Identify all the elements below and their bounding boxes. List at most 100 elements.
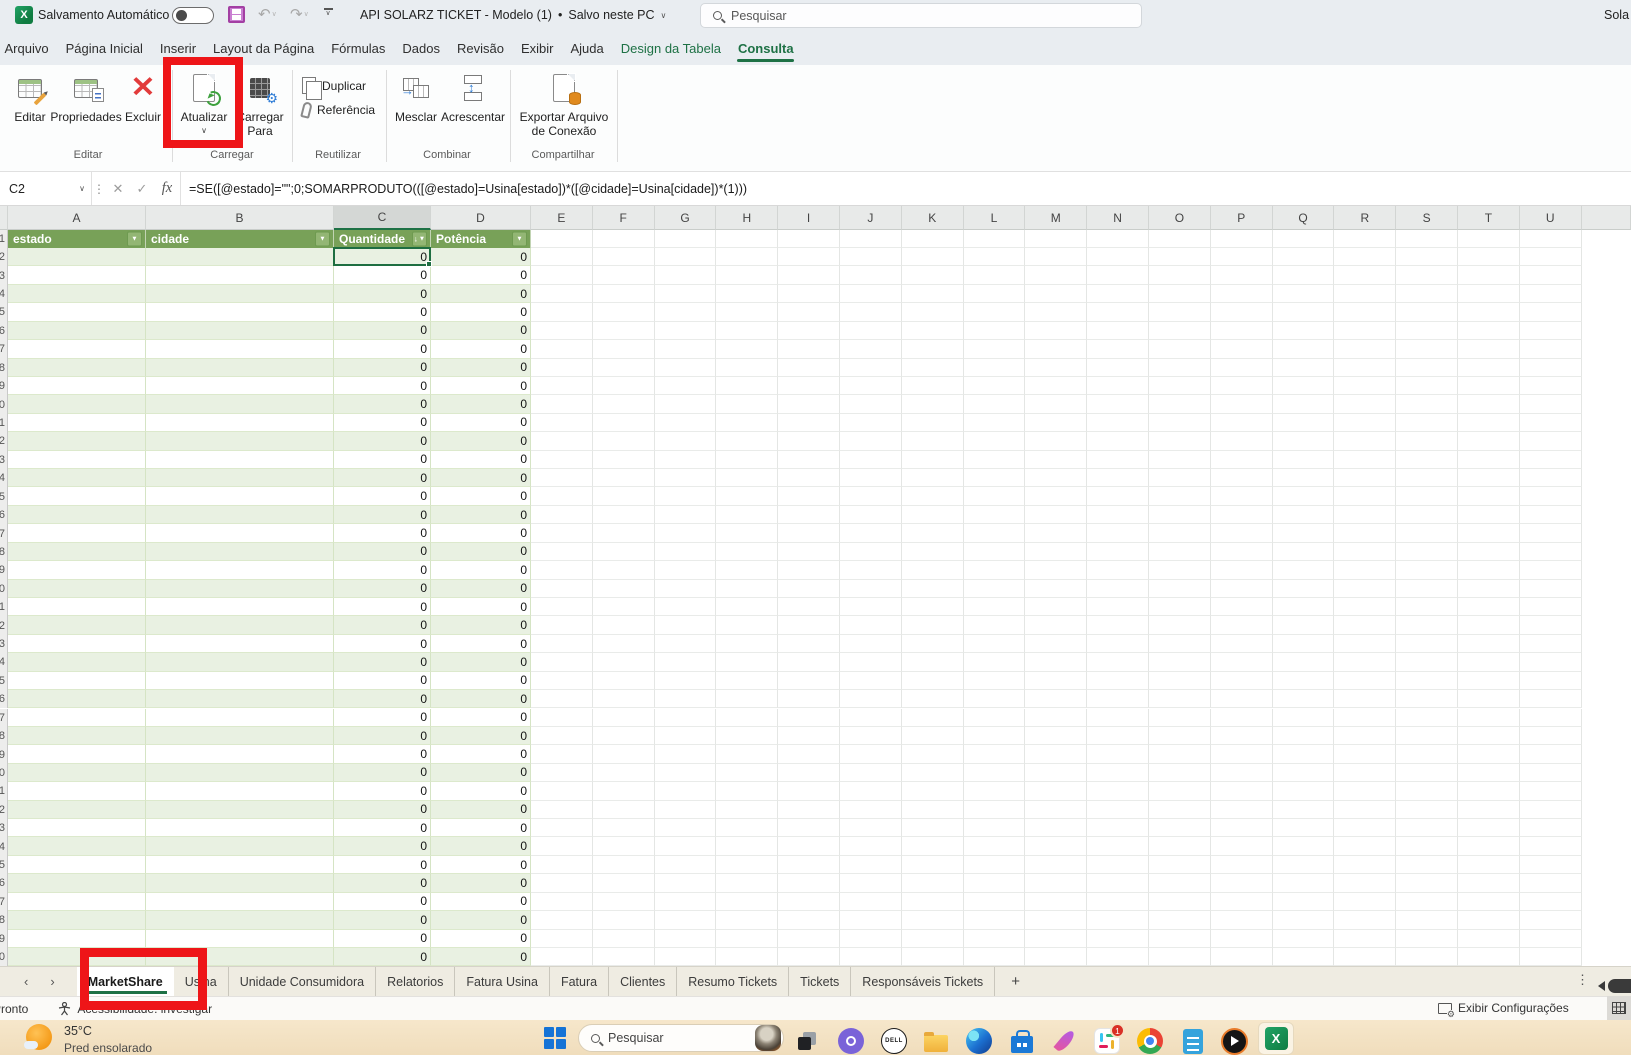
cell-M4[interactable] <box>1025 285 1087 303</box>
cell-L8[interactable] <box>964 359 1026 377</box>
cell-B40[interactable] <box>146 948 334 966</box>
cell-G23[interactable] <box>655 635 717 653</box>
cell-S29[interactable] <box>1396 745 1458 763</box>
cell-N15[interactable] <box>1087 487 1149 505</box>
cell-P16[interactable] <box>1211 506 1273 524</box>
cell-N3[interactable] <box>1087 266 1149 284</box>
mesclar-button[interactable]: → Mesclar <box>392 70 440 124</box>
carregar-para-button[interactable]: ⚙ Carregar Para <box>232 70 288 138</box>
column-header-R[interactable]: R <box>1334 206 1396 230</box>
cell-O4[interactable] <box>1149 285 1211 303</box>
cell-U40[interactable] <box>1520 948 1582 966</box>
cell-E33[interactable] <box>531 819 593 837</box>
row-header-30[interactable]: 30 <box>0 764 8 782</box>
cell-L3[interactable] <box>964 266 1026 284</box>
cell-F19[interactable] <box>593 561 655 579</box>
table-header-cidade[interactable]: cidade▼ <box>146 230 334 248</box>
cell-I12[interactable] <box>778 432 840 450</box>
cell-I16[interactable] <box>778 506 840 524</box>
cell-G21[interactable] <box>655 598 717 616</box>
cell-I18[interactable] <box>778 543 840 561</box>
cell-O21[interactable] <box>1149 598 1211 616</box>
cell-Q32[interactable] <box>1273 801 1335 819</box>
cell-G6[interactable] <box>655 322 717 340</box>
cell-S25[interactable] <box>1396 672 1458 690</box>
taskbar-app-chrome[interactable] <box>1135 1026 1165 1055</box>
cell-B26[interactable] <box>146 690 334 708</box>
cell-A36[interactable] <box>8 874 146 892</box>
cell-S31[interactable] <box>1396 782 1458 800</box>
cell-E6[interactable] <box>531 322 593 340</box>
cell-S21[interactable] <box>1396 598 1458 616</box>
cell-T19[interactable] <box>1458 561 1520 579</box>
sheet-scroll-left-button[interactable]: ‹ <box>24 974 28 989</box>
cell-K20[interactable] <box>902 580 964 598</box>
cell-T28[interactable] <box>1458 727 1520 745</box>
taskbar-app-file-explorer[interactable] <box>921 1026 951 1055</box>
cell-G19[interactable] <box>655 561 717 579</box>
cell-Q24[interactable] <box>1273 653 1335 671</box>
cell-Q26[interactable] <box>1273 690 1335 708</box>
cell-U30[interactable] <box>1520 764 1582 782</box>
cell-O14[interactable] <box>1149 469 1211 487</box>
cell-U9[interactable] <box>1520 377 1582 395</box>
cell-E22[interactable] <box>531 616 593 634</box>
cell-N28[interactable] <box>1087 727 1149 745</box>
cell-Q8[interactable] <box>1273 359 1335 377</box>
cell-A27[interactable] <box>8 709 146 727</box>
cell-J11[interactable] <box>840 414 902 432</box>
cell-Q5[interactable] <box>1273 303 1335 321</box>
cell-K5[interactable] <box>902 303 964 321</box>
cell-D6[interactable]: 0 <box>431 322 531 340</box>
cell-D3[interactable]: 0 <box>431 266 531 284</box>
cell-H2[interactable] <box>716 248 778 266</box>
cell-S26[interactable] <box>1396 690 1458 708</box>
row-header-14[interactable]: 14 <box>0 469 8 487</box>
cell-P23[interactable] <box>1211 635 1273 653</box>
cell-A19[interactable] <box>8 561 146 579</box>
cell-J10[interactable] <box>840 395 902 413</box>
cell-P36[interactable] <box>1211 874 1273 892</box>
cell-A33[interactable] <box>8 819 146 837</box>
cell-G14[interactable] <box>655 469 717 487</box>
cell-E1[interactable] <box>531 230 593 248</box>
taskbar-app-media[interactable] <box>1219 1026 1249 1055</box>
cell-I24[interactable] <box>778 653 840 671</box>
cell-N38[interactable] <box>1087 911 1149 929</box>
cell-Q9[interactable] <box>1273 377 1335 395</box>
cell-S1[interactable] <box>1396 230 1458 248</box>
row-header-35[interactable]: 35 <box>0 856 8 874</box>
cell-J36[interactable] <box>840 874 902 892</box>
cell-F27[interactable] <box>593 709 655 727</box>
cell-G8[interactable] <box>655 359 717 377</box>
cell-H1[interactable] <box>716 230 778 248</box>
cell-F33[interactable] <box>593 819 655 837</box>
cell-N40[interactable] <box>1087 948 1149 966</box>
cell-B7[interactable] <box>146 340 334 358</box>
cell-U1[interactable] <box>1520 230 1582 248</box>
taskbar-app-slack[interactable]: 1 <box>1092 1026 1122 1055</box>
cell-U8[interactable] <box>1520 359 1582 377</box>
row-header-20[interactable]: 20 <box>0 580 8 598</box>
cell-D5[interactable]: 0 <box>431 303 531 321</box>
cell-U38[interactable] <box>1520 911 1582 929</box>
cell-U4[interactable] <box>1520 285 1582 303</box>
cell-D28[interactable]: 0 <box>431 727 531 745</box>
cell-E12[interactable] <box>531 432 593 450</box>
cell-M25[interactable] <box>1025 672 1087 690</box>
cell-B24[interactable] <box>146 653 334 671</box>
cell-H31[interactable] <box>716 782 778 800</box>
cell-L25[interactable] <box>964 672 1026 690</box>
cell-L40[interactable] <box>964 948 1026 966</box>
cell-F1[interactable] <box>593 230 655 248</box>
cell-U27[interactable] <box>1520 709 1582 727</box>
cell-G29[interactable] <box>655 745 717 763</box>
cell-D9[interactable]: 0 <box>431 377 531 395</box>
row-header-17[interactable]: 17 <box>0 524 8 542</box>
cell-I30[interactable] <box>778 764 840 782</box>
cell-Q29[interactable] <box>1273 745 1335 763</box>
column-header-A[interactable]: A <box>8 206 146 230</box>
tab-exibir[interactable]: Exibir <box>512 33 562 65</box>
cell-K8[interactable] <box>902 359 964 377</box>
cell-O16[interactable] <box>1149 506 1211 524</box>
